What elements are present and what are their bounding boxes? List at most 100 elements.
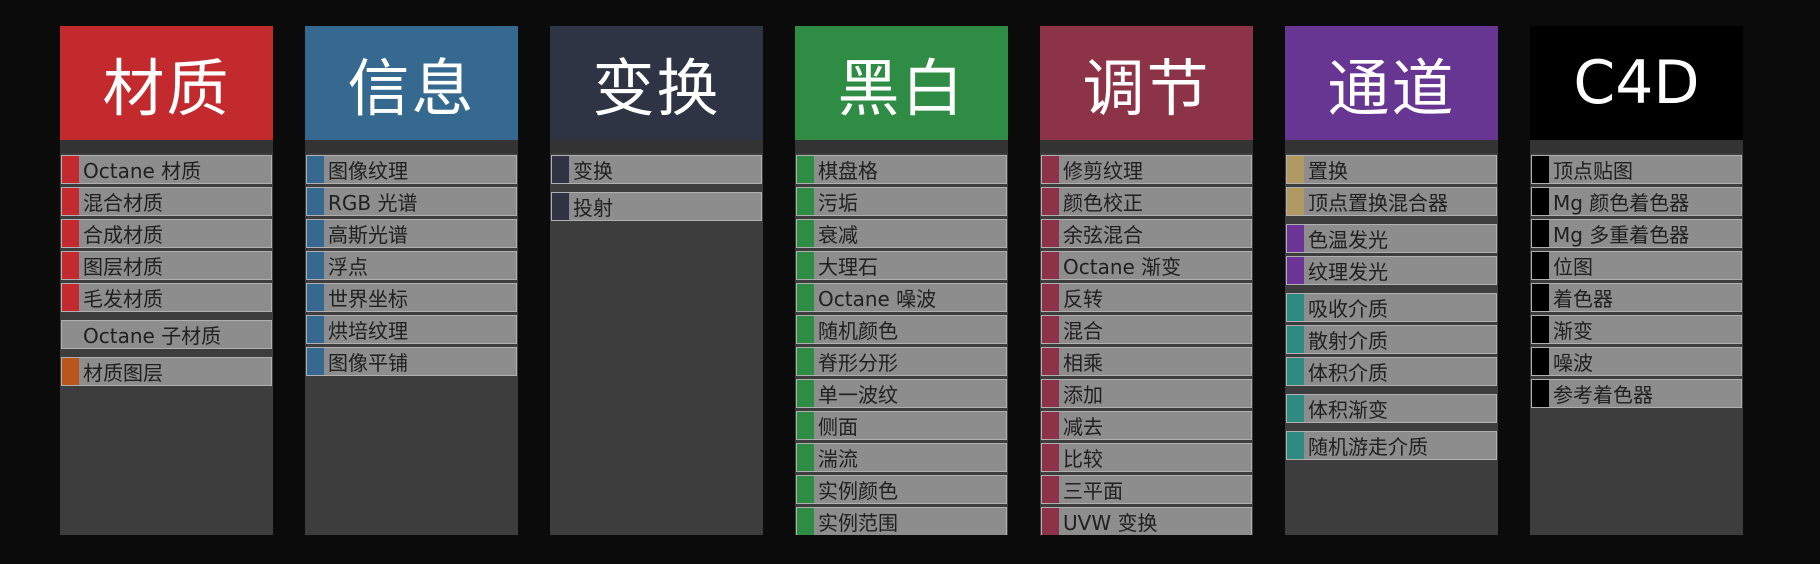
node-item[interactable]: 减去: [1041, 411, 1252, 440]
node-item[interactable]: 体积介质: [1286, 357, 1497, 386]
panel-item-list: 置换顶点置换混合器色温发光纹理发光吸收介质散射介质体积介质体积渐变随机游走介质: [1285, 153, 1498, 460]
node-item[interactable]: 毛发材质: [61, 283, 272, 312]
node-item[interactable]: 污垢: [796, 187, 1007, 216]
panel-header-divider: [1040, 140, 1253, 153]
item-label: 实例颜色: [818, 479, 898, 503]
node-item[interactable]: Octane 噪波: [796, 283, 1007, 312]
item-color-swatch: [1042, 252, 1059, 279]
node-item[interactable]: 衰减: [796, 219, 1007, 248]
node-item[interactable]: 体积渐变: [1286, 394, 1497, 423]
item-label: UVW 变换: [1063, 511, 1158, 535]
node-item[interactable]: 色温发光: [1286, 224, 1497, 253]
node-item[interactable]: Octane 子材质: [61, 320, 272, 349]
node-item[interactable]: 颜色校正: [1041, 187, 1252, 216]
node-item[interactable]: 变换: [551, 155, 762, 184]
node-item[interactable]: 位图: [1531, 251, 1742, 280]
panel-item-list: 顶点贴图 Mg 颜色着色器 Mg 多重着色器 位图着色器渐变噪波参考着色器: [1530, 153, 1743, 408]
node-item[interactable]: 合成材质: [61, 219, 272, 248]
node-item[interactable]: 渐变: [1531, 315, 1742, 344]
node-item[interactable]: 实例范围: [796, 507, 1007, 535]
item-color-swatch: [552, 156, 569, 183]
node-item[interactable]: 随机游走介质: [1286, 431, 1497, 460]
item-label: 着色器: [1553, 287, 1613, 311]
panel-header-divider: [305, 140, 518, 153]
item-label: 材质图层: [83, 361, 163, 385]
node-item[interactable]: 修剪纹理: [1041, 155, 1252, 184]
item-color-swatch: [307, 348, 324, 375]
node-item[interactable]: 添加: [1041, 379, 1252, 408]
node-item[interactable]: UVW 变换: [1041, 507, 1252, 535]
node-item[interactable]: 吸收介质: [1286, 293, 1497, 322]
panel-item-list: 变换投射: [550, 153, 763, 221]
node-item[interactable]: 烘培纹理: [306, 315, 517, 344]
item-label: 湍流: [818, 447, 858, 471]
item-color-swatch: [62, 188, 79, 215]
node-item[interactable]: 随机颜色: [796, 315, 1007, 344]
item-group: 投射: [550, 192, 763, 221]
item-label: 浮点: [328, 255, 368, 279]
node-item[interactable]: 着色器: [1531, 283, 1742, 312]
node-item[interactable]: 世界坐标: [306, 283, 517, 312]
item-label: 噪波: [1553, 351, 1593, 375]
node-item[interactable]: 湍流: [796, 443, 1007, 472]
node-item[interactable]: Octane 渐变: [1041, 251, 1252, 280]
node-item[interactable]: 顶点贴图: [1531, 155, 1742, 184]
node-item[interactable]: 参考着色器: [1531, 379, 1742, 408]
node-item[interactable]: 棋盘格: [796, 155, 1007, 184]
node-item[interactable]: 混合材质: [61, 187, 272, 216]
node-item[interactable]: 材质图层: [61, 357, 272, 386]
panel-header: C4D: [1530, 26, 1743, 140]
panel-0: 材质 Octane 材质 混合材质 合成材质 图层材质 毛发材质 Octane 子材质 材质图…: [60, 26, 273, 535]
node-item[interactable]: 图层材质: [61, 251, 272, 280]
panel-4: 调节 修剪纹理 颜色校正 余弦混合 Octane 渐变 反转 混合 相乘 添加 减去 比较 三平面 UV…: [1040, 26, 1253, 535]
item-color-swatch: [62, 156, 79, 183]
node-item[interactable]: 高斯光谱: [306, 219, 517, 248]
node-item[interactable]: 顶点置换混合器: [1286, 187, 1497, 216]
item-label: 体积介质: [1308, 361, 1388, 385]
node-item[interactable]: Mg 多重着色器: [1531, 219, 1742, 248]
node-item[interactable]: 实例颜色: [796, 475, 1007, 504]
item-label: 图像平铺: [328, 351, 408, 375]
node-item[interactable]: 噪波: [1531, 347, 1742, 376]
item-label: 侧面: [818, 415, 858, 439]
node-item[interactable]: 纹理发光: [1286, 256, 1497, 285]
node-item[interactable]: 反转: [1041, 283, 1252, 312]
item-color-swatch: [552, 193, 569, 220]
item-color-swatch: [1042, 348, 1059, 375]
item-color-swatch: [797, 444, 814, 471]
node-item[interactable]: 图像平铺: [306, 347, 517, 376]
node-item[interactable]: 混合: [1041, 315, 1252, 344]
item-color-swatch: [1532, 284, 1549, 311]
item-group: 体积渐变: [1285, 394, 1498, 423]
node-item[interactable]: 侧面: [796, 411, 1007, 440]
item-label: 随机游走介质: [1308, 435, 1428, 459]
panel-5: 通道 置换 顶点置换混合器 色温发光 纹理发光 吸收介质 散射介质 体积介质 体积渐变 随机游走介…: [1285, 26, 1498, 535]
item-color-swatch: [1287, 395, 1304, 422]
item-color-swatch: [1287, 326, 1304, 353]
item-label: 色温发光: [1308, 228, 1388, 252]
node-item[interactable]: 置换: [1286, 155, 1497, 184]
item-label: 吸收介质: [1308, 297, 1388, 321]
node-item[interactable]: 投射: [551, 192, 762, 221]
node-item[interactable]: Mg 颜色着色器: [1531, 187, 1742, 216]
node-item[interactable]: 余弦混合: [1041, 219, 1252, 248]
node-item[interactable]: 图像纹理: [306, 155, 517, 184]
node-item[interactable]: 散射介质: [1286, 325, 1497, 354]
node-item[interactable]: 相乘: [1041, 347, 1252, 376]
node-item[interactable]: 浮点: [306, 251, 517, 280]
node-item[interactable]: 单一波纹: [796, 379, 1007, 408]
item-color-swatch: [1532, 252, 1549, 279]
panel-6: C4D 顶点贴图 Mg 颜色着色器 Mg 多重着色器 位图着色器渐变噪波参考着色器: [1530, 26, 1743, 535]
node-item[interactable]: 三平面: [1041, 475, 1252, 504]
node-item[interactable]: RGB 光谱: [306, 187, 517, 216]
node-item[interactable]: 大理石: [796, 251, 1007, 280]
item-label: Octane 材质: [83, 159, 202, 183]
item-color-swatch: [797, 412, 814, 439]
item-label: 添加: [1063, 383, 1103, 407]
item-label: 投射: [573, 196, 613, 220]
node-item[interactable]: Octane 材质: [61, 155, 272, 184]
node-item[interactable]: 比较: [1041, 443, 1252, 472]
node-item[interactable]: 脊形分形: [796, 347, 1007, 376]
item-group: 色温发光纹理发光: [1285, 224, 1498, 285]
item-color-swatch: [797, 316, 814, 343]
